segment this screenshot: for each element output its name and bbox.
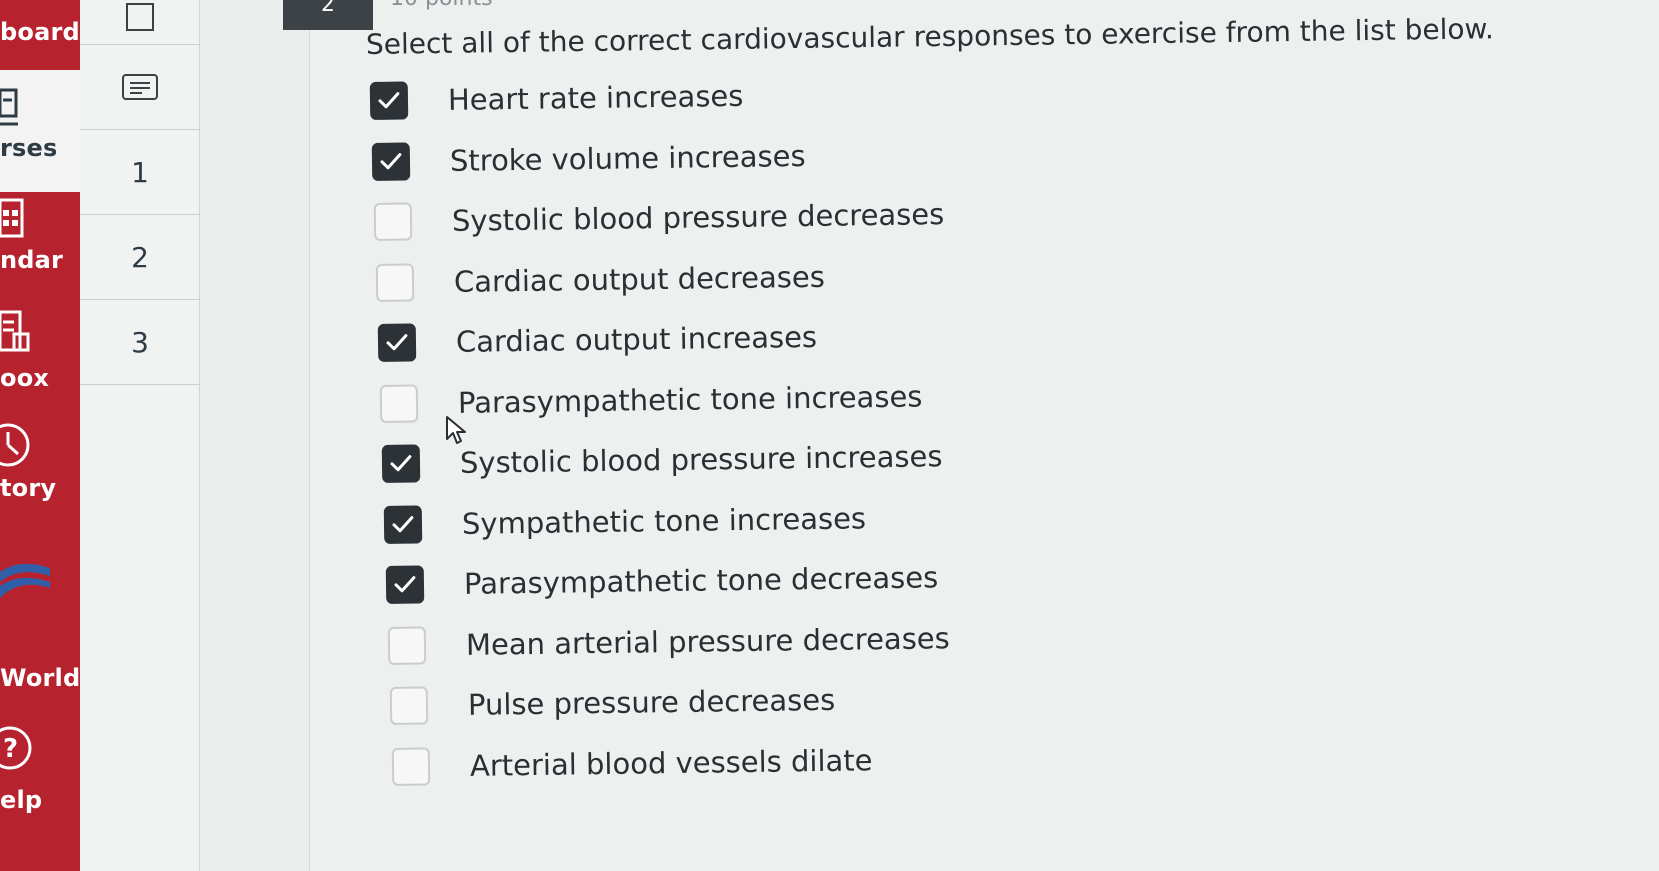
answer-label: Mean arterial pressure decreases (465, 620, 950, 662)
qnav-item-3-label: 3 (131, 325, 149, 359)
answer-label: Arterial blood vessels dilate (469, 742, 873, 783)
answer-label: Cardiac output decreases (453, 259, 826, 299)
question-number: 2 (321, 0, 335, 17)
answer-option[interactable]: Stroke volume increases (371, 133, 806, 183)
nav-inbox[interactable]: oox (0, 306, 88, 396)
nav-history[interactable]: tory (0, 418, 88, 508)
answer-option[interactable]: Parasympathetic tone decreases (385, 555, 939, 607)
qnav-item-3[interactable]: 3 (80, 300, 200, 385)
qnav-text-item[interactable] (80, 45, 200, 130)
checkmark-icon (386, 334, 408, 351)
answer-option[interactable]: Systolic blood pressure decreases (373, 192, 945, 244)
nav-help-label: elp (0, 786, 43, 814)
history-icon (0, 420, 34, 476)
checkmark-icon (380, 152, 402, 169)
answer-option[interactable]: Sympathetic tone increases (383, 496, 867, 547)
courses-icon (0, 88, 22, 138)
question-nav: 1 2 3 (80, 0, 200, 871)
answer-label: Parasympathetic tone increases (457, 378, 923, 420)
answer-checkbox[interactable] (389, 686, 429, 725)
qnav-top-square[interactable] (80, 0, 200, 45)
world-logo-icon (0, 558, 54, 610)
answer-checkbox[interactable] (385, 565, 425, 604)
nav-calendar[interactable]: ndar (0, 192, 88, 282)
help-icon: ? (0, 724, 34, 778)
checkmark-icon (390, 455, 412, 472)
svg-text:?: ? (3, 734, 18, 764)
answer-checkbox[interactable] (383, 504, 423, 544)
answer-option[interactable]: Arterial blood vessels dilate (391, 738, 873, 789)
answer-checkbox[interactable] (371, 141, 411, 181)
square-icon (126, 3, 154, 31)
qnav-item-2[interactable]: 2 (80, 215, 200, 300)
answer-checkbox[interactable] (369, 81, 409, 120)
qnav-item-1[interactable]: 1 (80, 130, 200, 215)
text-entry-icon (122, 74, 158, 100)
answer-option[interactable]: Heart rate increases (369, 74, 744, 123)
answer-checkbox[interactable] (373, 202, 413, 241)
nav-calendar-label: ndar (0, 246, 64, 274)
nav-courses[interactable]: rses (0, 82, 88, 182)
answer-checkbox[interactable] (377, 323, 417, 362)
answer-label: Systolic blood pressure decreases (451, 197, 945, 238)
mouse-cursor-icon (446, 416, 466, 444)
checkmark-icon (378, 92, 400, 109)
nav-inbox-label: oox (0, 364, 50, 392)
checkmark-icon (392, 515, 414, 532)
answer-option[interactable]: Cardiac output increases (377, 315, 818, 365)
global-nav: board rses ndar oox tory World ? elp (0, 0, 88, 871)
answer-label: Cardiac output increases (455, 319, 818, 359)
nav-world[interactable]: World (0, 556, 88, 692)
nav-dashboard[interactable]: board (0, 18, 88, 58)
answer-label: Sympathetic tone increases (461, 500, 867, 541)
nav-history-label: tory (0, 474, 57, 502)
nav-world-label: World (0, 664, 81, 692)
answer-checkbox[interactable] (391, 746, 431, 786)
question-text: Select all of the correct cardiovascular… (365, 12, 1494, 61)
answer-checkbox[interactable] (387, 625, 427, 665)
answer-option[interactable]: Mean arterial pressure decreases (387, 616, 950, 668)
answer-option[interactable]: Cardiac output decreases (375, 254, 826, 304)
inbox-icon (0, 310, 30, 360)
qnav-item-1-label: 1 (131, 155, 149, 189)
answer-label: Heart rate increases (447, 78, 744, 117)
answer-label: Systolic blood pressure increases (459, 439, 943, 480)
answer-option[interactable]: Pulse pressure decreases (389, 678, 836, 728)
answer-label: Stroke volume increases (449, 138, 806, 178)
question-points: 10 points (390, 0, 493, 11)
nav-courses-label: rses (0, 134, 58, 162)
calendar-icon (0, 196, 26, 246)
question-number-badge: 2 (283, 0, 373, 30)
answer-label: Parasympathetic tone decreases (463, 560, 939, 601)
nav-dashboard-label: board (0, 18, 80, 46)
answer-checkbox[interactable] (381, 444, 421, 483)
answer-checkbox[interactable] (375, 262, 415, 302)
nav-help[interactable]: ? elp (0, 724, 88, 824)
answer-label: Pulse pressure decreases (467, 682, 836, 722)
answer-checkbox[interactable] (379, 383, 419, 423)
content-gutter (200, 0, 310, 871)
qnav-item-2-label: 2 (131, 240, 149, 274)
checkmark-icon (394, 576, 416, 593)
